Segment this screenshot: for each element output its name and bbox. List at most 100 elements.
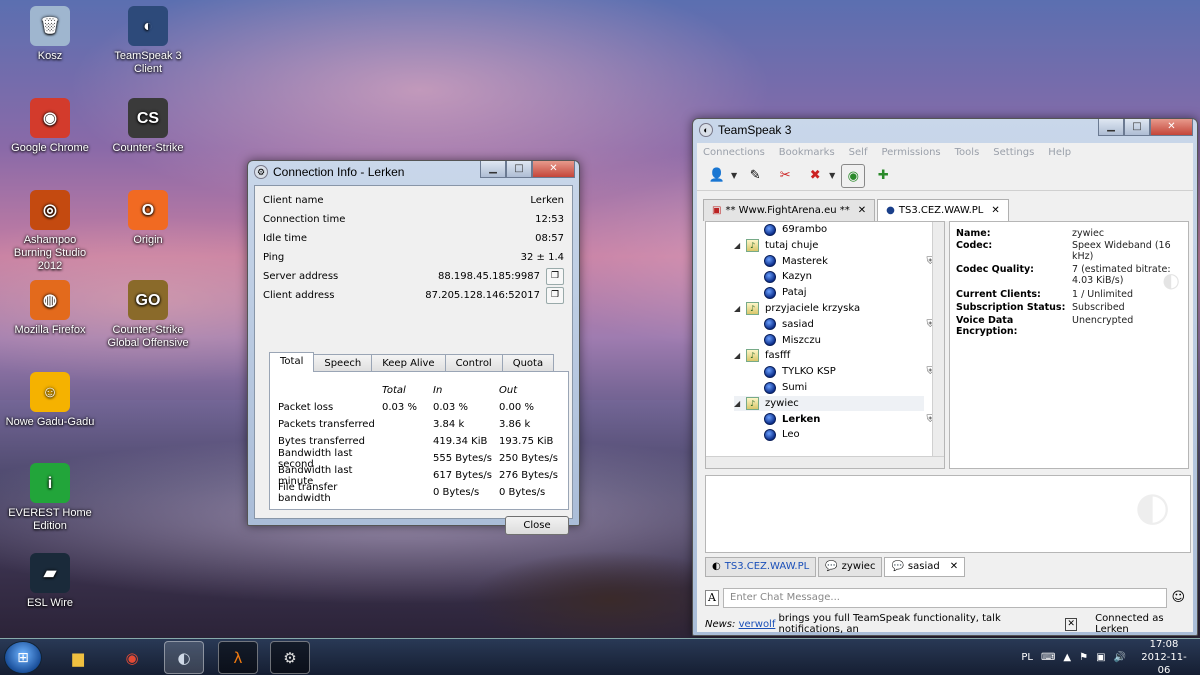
desktop-icon[interactable]: ▰ ESL Wire bbox=[5, 553, 95, 610]
menu-item[interactable]: Tools bbox=[955, 147, 980, 158]
show-hidden-icons-icon[interactable]: ▲ bbox=[1063, 652, 1071, 663]
bookmark-icon[interactable]: ✎ bbox=[743, 164, 767, 188]
chat-tab[interactable]: ◐ TS3.CEZ.WAW.PL bbox=[705, 557, 817, 577]
away-icon[interactable]: ✖ bbox=[803, 164, 827, 188]
user-settings-icon[interactable]: ✚ bbox=[871, 164, 895, 188]
client-item[interactable]: sasiad ⛨ bbox=[764, 317, 944, 332]
expand-icon[interactable]: ◢ bbox=[734, 351, 744, 360]
channel-item[interactable]: ◢ ♪ zywiec bbox=[734, 395, 924, 411]
menu-item[interactable]: Settings bbox=[993, 147, 1034, 158]
news-link[interactable]: verwolf bbox=[739, 619, 776, 630]
steam-icon[interactable]: ⚙ bbox=[270, 641, 310, 674]
chevron-down-icon[interactable]: ▼ bbox=[731, 171, 737, 180]
info-row: Subscription Status: Subscribed bbox=[956, 302, 1186, 313]
client-item[interactable]: Kazyn bbox=[764, 269, 944, 284]
expand-icon[interactable]: ◢ bbox=[734, 241, 744, 250]
disconnect-icon[interactable]: ✂ bbox=[773, 164, 797, 188]
close-window-button[interactable]: ✕ bbox=[532, 161, 575, 178]
close-tab-icon[interactable]: ✕ bbox=[950, 558, 958, 576]
start-button[interactable]: ⊞ bbox=[4, 641, 42, 674]
client-item[interactable]: 69rambo bbox=[764, 222, 944, 237]
info-key: Name: bbox=[956, 228, 991, 239]
chrome-icon[interactable]: ◉ bbox=[112, 641, 152, 674]
desktop-icon[interactable]: i EVEREST Home Edition bbox=[5, 463, 95, 533]
close-tab-icon[interactable]: ✕ bbox=[991, 201, 999, 221]
expand-icon[interactable]: ◢ bbox=[734, 399, 744, 408]
desktop-icon[interactable]: ◉ Google Chrome bbox=[5, 98, 95, 155]
stats-tab[interactable]: Keep Alive bbox=[371, 354, 446, 372]
desktop-icon[interactable]: ◐ TeamSpeak 3 Client bbox=[103, 6, 193, 76]
client-item[interactable]: Sumi bbox=[764, 380, 944, 395]
chat-tab[interactable]: 💬 sasiad ✕ bbox=[884, 557, 966, 577]
flag-icon[interactable]: ⚑ bbox=[1079, 652, 1088, 663]
channel-item[interactable]: ◢♪tutaj chuje🔒 bbox=[734, 238, 944, 253]
stats-tab[interactable]: Control bbox=[444, 354, 503, 372]
chevron-down-icon[interactable]: ▼ bbox=[829, 171, 835, 180]
client-name: Miszczu bbox=[782, 334, 821, 346]
client-item[interactable]: Leo bbox=[764, 427, 944, 442]
client-item[interactable]: TYLKO KSP ⛨ bbox=[764, 364, 944, 379]
keyboard-icon[interactable]: ⌨ bbox=[1041, 652, 1055, 663]
language-indicator[interactable]: PL bbox=[1021, 652, 1033, 663]
menu-item[interactable]: Bookmarks bbox=[779, 147, 835, 158]
chat-input[interactable]: Enter Chat Message... bbox=[723, 588, 1167, 608]
volume-icon[interactable]: 🔊 bbox=[1114, 652, 1126, 663]
clock[interactable]: 17:08 2012-11-06 bbox=[1136, 638, 1192, 675]
tree-horizontal-scrollbar[interactable] bbox=[706, 456, 944, 468]
client-status-icon bbox=[764, 270, 776, 283]
server-tab[interactable]: ● TS3.CEZ.WAW.PL ✕ bbox=[877, 199, 1009, 221]
server-tab[interactable]: ▣ ** Www.FightArena.eu ** ✕ bbox=[703, 199, 876, 221]
teamspeak-logo-icon: ◐ bbox=[699, 123, 713, 137]
menu-item[interactable]: Connections bbox=[703, 147, 765, 158]
client-item[interactable]: Miszczu bbox=[764, 333, 944, 348]
info-label: Client address bbox=[263, 289, 335, 301]
desktop-icon[interactable]: ☺ Nowe Gadu-Gadu bbox=[5, 372, 95, 429]
maximize-button[interactable]: □ bbox=[506, 161, 532, 178]
menu-bar: Connections Bookmarks Self Permissions Tools… bbox=[697, 143, 1193, 161]
close-window-button[interactable]: ✕ bbox=[1150, 119, 1193, 136]
stats-tab[interactable]: Speech bbox=[313, 354, 373, 372]
info-value: 88.198.45.185:9987 bbox=[438, 270, 540, 282]
expand-icon[interactable]: ◢ bbox=[734, 304, 744, 313]
client-item[interactable]: Masterek ⛨ bbox=[764, 254, 944, 269]
desktop-icon[interactable]: CS Counter-Strike bbox=[103, 98, 193, 155]
copy-icon[interactable]: ❐ bbox=[546, 267, 564, 285]
desktop-icon[interactable]: ◎ Ashampoo Burning Studio 2012 bbox=[5, 190, 95, 273]
desktop-icon[interactable]: GO Counter-Strike Global Offensive bbox=[103, 280, 193, 350]
minimize-button[interactable]: ▁ bbox=[480, 161, 506, 178]
capture-icon[interactable]: ◉ bbox=[841, 163, 866, 188]
desktop-icon[interactable]: 🗑 Kosz bbox=[5, 6, 95, 63]
chat-tab[interactable]: 💬 zywiec bbox=[818, 557, 883, 577]
toolbar: 👤 ▼ ✎ ✂ ✖ ▼ ◉ ✚ bbox=[697, 161, 1193, 191]
teamspeak-taskbar-icon[interactable]: ◐ bbox=[164, 641, 204, 674]
menu-item[interactable]: Permissions bbox=[881, 147, 940, 158]
close-tab-icon[interactable]: ✕ bbox=[858, 201, 866, 221]
clock-date: 2012-11-06 bbox=[1141, 652, 1187, 675]
desktop-icon[interactable]: O Origin bbox=[103, 190, 193, 247]
close-button[interactable]: Close bbox=[505, 516, 569, 535]
client-item[interactable]: Pataj bbox=[764, 285, 944, 300]
channel-item[interactable]: ◢ ♪ przyjaciele krzyska bbox=[734, 301, 944, 316]
emoticon-icon[interactable]: ☺ bbox=[1171, 590, 1185, 605]
text-format-icon[interactable]: A bbox=[705, 590, 719, 606]
client-item[interactable]: Lerken ⛨ bbox=[764, 412, 944, 427]
info-key: Codec: bbox=[956, 240, 993, 251]
menu-item[interactable]: Self bbox=[849, 147, 868, 158]
desktop-icon[interactable]: ◍ Mozilla Firefox bbox=[5, 280, 95, 337]
table-cell: File transfer bandwidth bbox=[278, 481, 338, 504]
copy-icon[interactable]: ❐ bbox=[546, 286, 564, 304]
half-life-icon[interactable]: λ bbox=[218, 641, 258, 674]
stats-tab[interactable]: Total bbox=[269, 352, 315, 372]
tree-vertical-scrollbar[interactable] bbox=[932, 222, 944, 458]
menu-item[interactable]: Help bbox=[1048, 147, 1071, 158]
maximize-button[interactable]: □ bbox=[1124, 119, 1150, 136]
network-icon[interactable]: ▣ bbox=[1096, 652, 1105, 663]
minimize-button[interactable]: ▁ bbox=[1098, 119, 1124, 136]
explorer-icon[interactable]: ▆ bbox=[58, 641, 98, 674]
system-tray: PL ⌨ ▲ ⚑ ▣ 🔊 17:08 2012-11-06 bbox=[1021, 639, 1192, 675]
close-news-icon[interactable]: ✕ bbox=[1065, 617, 1078, 631]
channel-item[interactable]: ◢♪fasfff🔒 bbox=[734, 348, 944, 363]
table-cell: 3.86 k bbox=[499, 419, 531, 430]
stats-tab[interactable]: Quota bbox=[501, 354, 555, 372]
connect-icon[interactable]: 👤 bbox=[705, 164, 729, 188]
